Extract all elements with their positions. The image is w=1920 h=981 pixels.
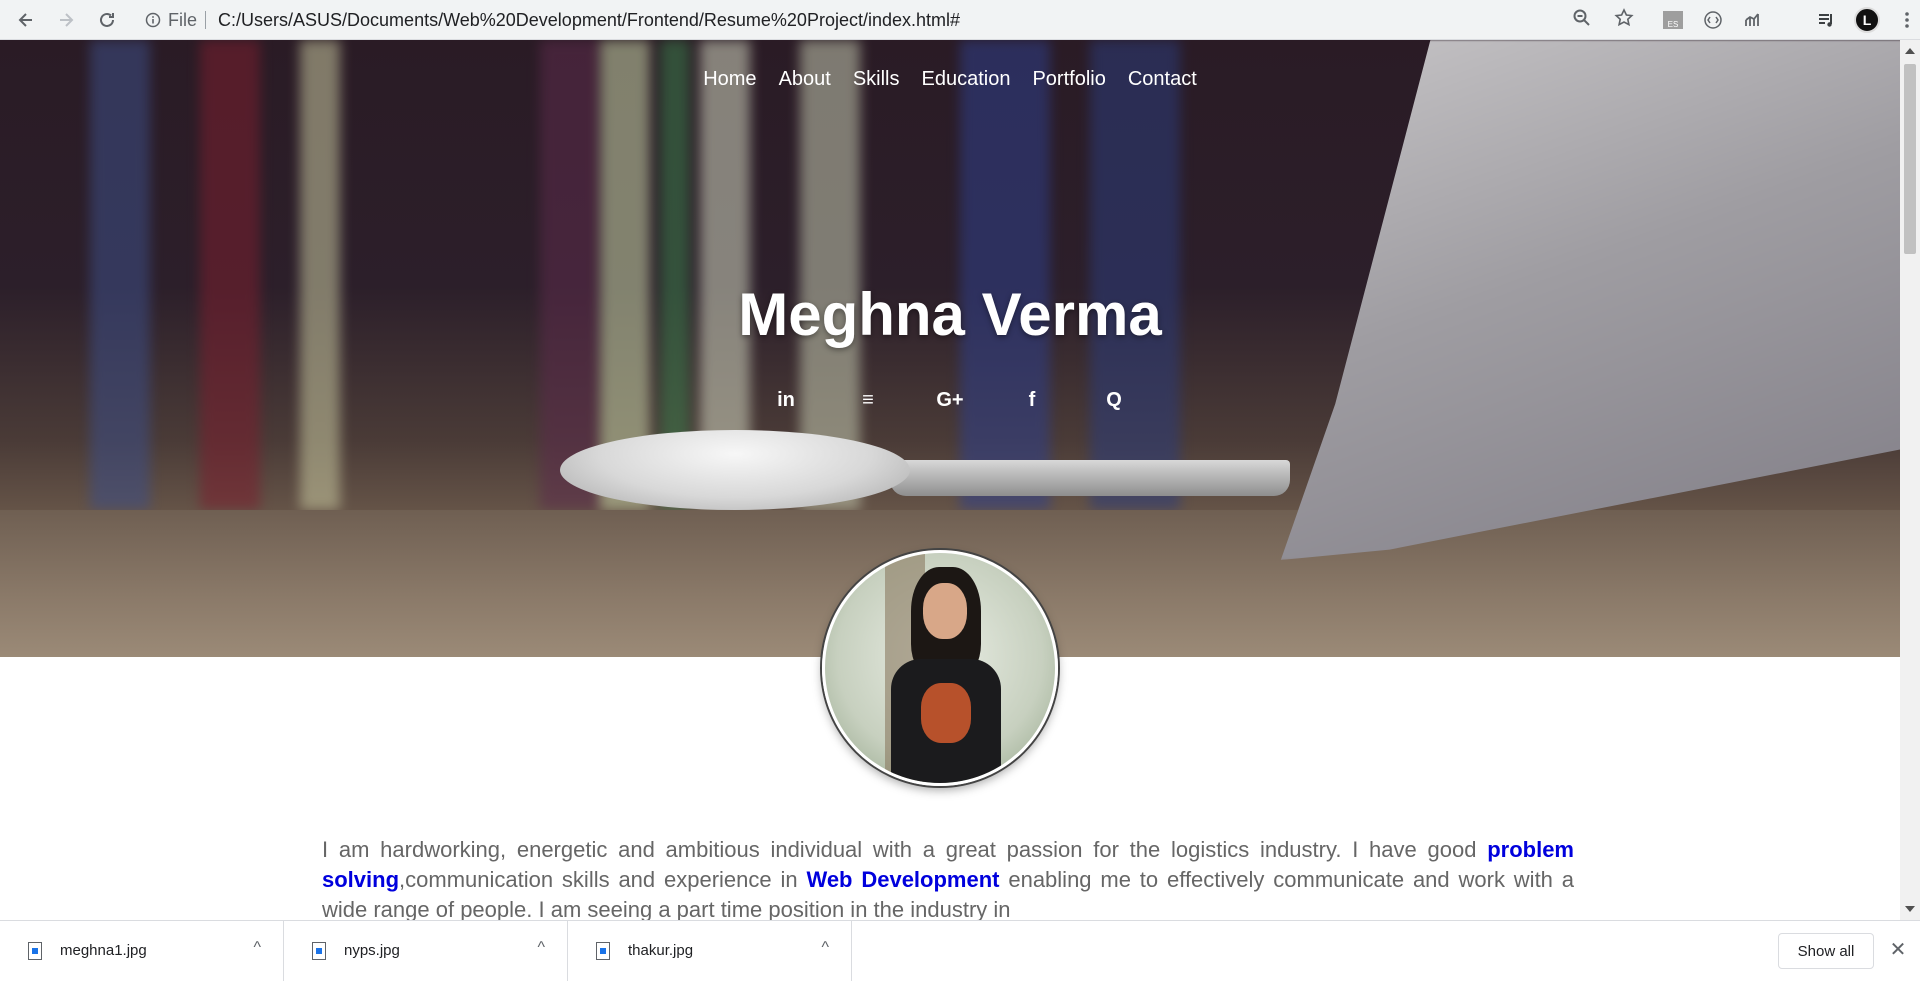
laptop-base-image	[890, 460, 1290, 496]
back-icon	[18, 13, 32, 27]
mouse-image	[560, 430, 910, 510]
url-text[interactable]: C:/Users/ASUS/Documents/Web%20Developmen…	[206, 10, 960, 31]
page-scrollbar[interactable]	[1900, 40, 1920, 920]
site-navigation: Home About Skills Education Portfolio Co…	[0, 68, 1900, 91]
download-item[interactable]: nyps.jpg ^	[284, 920, 568, 981]
about-text-2: ,communication skills and experience in	[399, 867, 807, 892]
extension-circle-icon[interactable]	[1700, 7, 1726, 33]
nav-link-contact[interactable]: Contact	[1128, 68, 1197, 91]
browser-toolbar: File C:/Users/ASUS/Documents/Web%20Devel…	[0, 0, 1920, 40]
forward-button[interactable]	[46, 0, 86, 40]
reload-icon	[100, 12, 114, 27]
chevron-up-icon[interactable]: ^	[253, 939, 261, 957]
social-links: in ≡ G+ f Q	[0, 385, 1900, 415]
background-book	[540, 40, 600, 510]
stackoverflow-icon[interactable]: ≡	[853, 385, 883, 415]
image-file-icon	[596, 941, 610, 960]
profile-photo	[822, 550, 1058, 786]
page-title: Meghna Verma	[738, 281, 1162, 348]
back-button[interactable]	[6, 0, 46, 40]
nav-link-about[interactable]: About	[779, 68, 831, 91]
extension-es-icon[interactable]: ES	[1660, 7, 1686, 33]
scroll-down-arrow[interactable]	[1905, 906, 1915, 912]
image-file-icon	[28, 941, 42, 960]
facebook-icon[interactable]: f	[1017, 385, 1047, 415]
scrollbar-thumb[interactable]	[1904, 64, 1916, 254]
extension-es-label: ES	[1663, 11, 1683, 29]
background-book	[300, 40, 340, 510]
download-filename: meghna1.jpg	[60, 942, 147, 959]
download-filename: thakur.jpg	[628, 942, 694, 959]
scroll-up-arrow[interactable]	[1905, 48, 1915, 54]
about-paragraph: I am hardworking, energetic and ambitiou…	[322, 835, 1574, 920]
quora-icon[interactable]: Q	[1099, 385, 1129, 415]
photo-shirt-print	[921, 683, 971, 743]
reload-button[interactable]	[87, 0, 127, 40]
info-icon[interactable]	[138, 12, 168, 28]
forward-icon	[60, 13, 74, 27]
nav-link-portfolio[interactable]: Portfolio	[1032, 68, 1105, 91]
extension-chart-icon[interactable]	[1740, 7, 1766, 33]
nav-link-home[interactable]: Home	[703, 68, 756, 91]
nav-link-skills[interactable]: Skills	[853, 68, 900, 91]
download-bar: meghna1.jpg ^ nyps.jpg ^ thakur.jpg ^ Sh…	[0, 920, 1920, 981]
zoom-icon[interactable]	[1572, 8, 1592, 33]
download-item[interactable]: meghna1.jpg ^	[0, 920, 284, 981]
scheme-label: File	[168, 11, 207, 29]
chevron-up-icon[interactable]: ^	[537, 939, 545, 957]
google-plus-icon[interactable]: G+	[935, 385, 965, 415]
download-item[interactable]: thakur.jpg ^	[568, 920, 852, 981]
profile-icon[interactable]: L	[1854, 7, 1880, 33]
profile-letter: L	[1854, 7, 1880, 33]
menu-icon[interactable]	[1894, 7, 1920, 33]
nav-link-education[interactable]: Education	[922, 68, 1011, 91]
close-icon[interactable]: ✕	[1888, 939, 1908, 961]
address-bar[interactable]: File C:/Users/ASUS/Documents/Web%20Devel…	[138, 4, 1642, 36]
star-icon[interactable]	[1614, 7, 1634, 33]
background-book	[200, 40, 260, 510]
page-viewport: Home About Skills Education Portfolio Co…	[0, 40, 1900, 920]
background-book	[90, 40, 150, 510]
chevron-up-icon[interactable]: ^	[821, 939, 829, 957]
background-book	[960, 40, 1050, 510]
show-all-button[interactable]: Show all	[1778, 933, 1874, 969]
about-text-1: I am hardworking, energetic and ambitiou…	[322, 837, 1488, 862]
background-book	[1090, 40, 1180, 510]
toolbar-divider	[1780, 7, 1800, 33]
photo-face	[923, 583, 967, 639]
download-filename: nyps.jpg	[344, 942, 400, 959]
media-icon[interactable]	[1814, 7, 1840, 33]
about-highlight-web-development: Web Development	[806, 867, 1000, 892]
linkedin-icon[interactable]: in	[771, 385, 801, 415]
image-file-icon	[312, 941, 326, 960]
